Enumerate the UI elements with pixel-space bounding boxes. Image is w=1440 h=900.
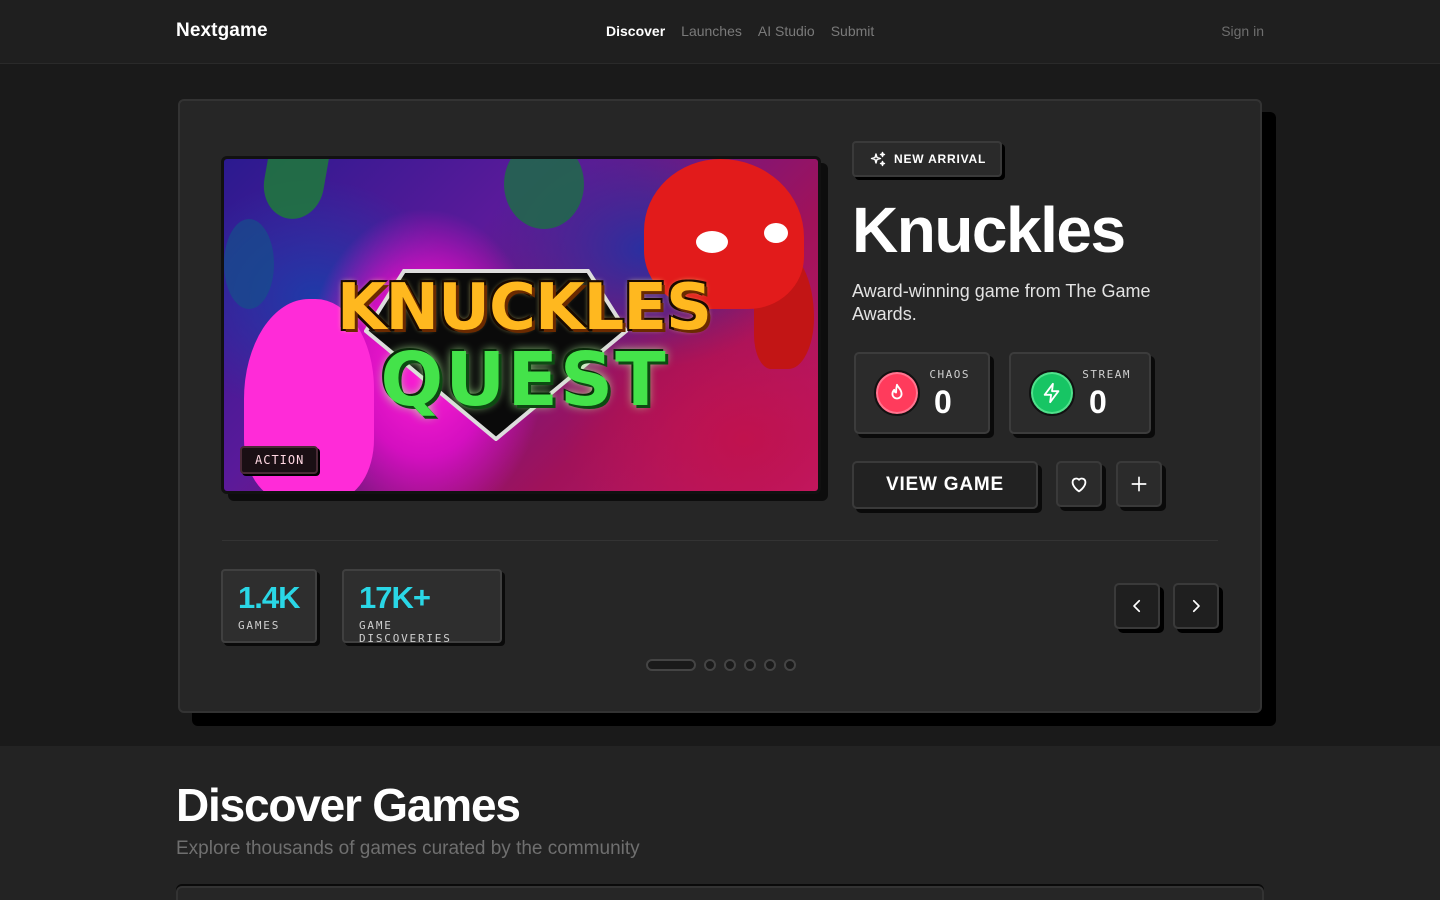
new-arrival-badge: NEW ARRIVAL [852, 141, 1002, 177]
favorite-button[interactable] [1056, 461, 1102, 507]
metric-caption: GAMES [238, 619, 281, 632]
badge-label: NEW ARRIVAL [894, 152, 987, 166]
carousel-dot[interactable] [744, 659, 756, 671]
carousel-pagination [646, 659, 796, 671]
game-title: Knuckles [852, 194, 1126, 266]
discoveries-count-metric: 17K+ GAME DISCOVERIES [342, 569, 502, 645]
main-nav: Discover Launches AI Studio Submit [606, 23, 874, 39]
hero-divider [222, 540, 1218, 541]
carousel-dot[interactable] [724, 659, 736, 671]
metric-caption: GAME DISCOVERIES [359, 619, 452, 645]
cover-art-leaf [224, 219, 274, 309]
metric-value: 17K+ [359, 580, 431, 615]
stream-label: STREAM [1082, 368, 1131, 381]
cover-logo-quest: QUEST [380, 337, 668, 423]
nav-link-launches[interactable]: Launches [681, 23, 742, 39]
chaos-label: CHAOS [929, 368, 970, 381]
game-description: Award-winning game from The Game Awards. [852, 281, 1151, 324]
add-to-collection-button[interactable] [1116, 461, 1162, 507]
stream-value: 0 [1089, 384, 1107, 420]
heart-icon [1071, 477, 1087, 493]
carousel-dot[interactable] [784, 659, 796, 671]
games-grid-panel [176, 886, 1264, 900]
genre-tag: ACTION [240, 446, 319, 474]
next-slide-button[interactable] [1173, 583, 1219, 629]
previous-slide-button[interactable] [1114, 583, 1160, 629]
chaos-stat: CHAOS 0 [854, 352, 990, 434]
chevron-left-icon [1133, 599, 1141, 613]
game-cover-image[interactable]: KNUCKLES QUEST [221, 156, 821, 494]
nav-link-ai-studio[interactable]: AI Studio [758, 23, 815, 39]
carousel-dot[interactable] [764, 659, 776, 671]
metric-value: 1.4K [238, 580, 300, 615]
sign-in-link[interactable]: Sign in [1221, 23, 1264, 39]
cover-art-leaf [258, 159, 330, 224]
view-game-button[interactable]: VIEW GAME [852, 461, 1038, 509]
stream-stat: STREAM 0 [1009, 352, 1151, 434]
bolt-icon [1029, 370, 1075, 416]
cover-art-eye [696, 231, 728, 253]
sparkles-icon [870, 151, 886, 167]
chevron-right-icon [1192, 599, 1200, 613]
games-count-metric: 1.4K GAMES [221, 569, 317, 643]
cover-art-leaf [504, 159, 584, 229]
top-navigation-bar: Nextgame Discover Launches AI Studio Sub… [0, 0, 1440, 64]
nav-link-discover[interactable]: Discover [606, 23, 665, 39]
flame-icon [874, 370, 920, 416]
brand-logo[interactable]: Nextgame [176, 20, 268, 42]
plus-icon [1131, 476, 1147, 492]
carousel-dot[interactable] [646, 659, 696, 671]
chaos-value: 0 [934, 384, 952, 420]
nav-link-submit[interactable]: Submit [831, 23, 875, 39]
cover-art-eye [764, 223, 788, 243]
cover-logo-knuckles: KNUCKLES [336, 271, 712, 345]
section-subtitle: Explore thousands of games curated by th… [176, 838, 640, 859]
section-title: Discover Games [176, 779, 521, 831]
carousel-dot[interactable] [704, 659, 716, 671]
